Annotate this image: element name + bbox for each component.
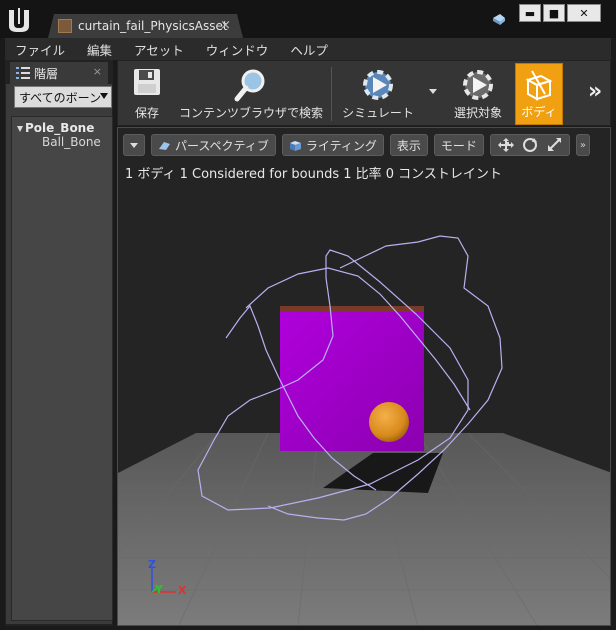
window-controls: ▬ ■ ✕ bbox=[519, 4, 601, 22]
body-mode-label: ボディ bbox=[521, 105, 557, 119]
browse-content-button[interactable]: コンテンツブラウザで検索 bbox=[176, 63, 326, 125]
chevron-down-icon bbox=[100, 93, 108, 99]
rotate-icon[interactable] bbox=[520, 137, 540, 153]
title-bar: curtain_fail_PhysicsAsset × ▬ ■ ✕ bbox=[0, 0, 616, 38]
tree-item-ball-bone[interactable]: Ball_Bone bbox=[42, 135, 101, 149]
mode-button[interactable]: モード bbox=[433, 134, 484, 156]
transform-gizmo-group bbox=[489, 134, 570, 156]
viewport-options-button[interactable] bbox=[123, 134, 145, 156]
close-button[interactable]: ✕ bbox=[567, 4, 601, 22]
hierarchy-panel: 階層 × すべてのボーン Pole_Bone Ball_Bone bbox=[5, 60, 113, 626]
menu-bar: ファイル 編集 アセット ウィンドウ ヘルプ bbox=[5, 38, 611, 60]
viewport-toolbar: パースペクティブ ライティング 表示 モード » bbox=[123, 134, 590, 156]
maximize-button[interactable]: ■ bbox=[543, 4, 565, 22]
feedback-icon[interactable] bbox=[491, 12, 507, 28]
body-mode-button[interactable]: ボディ bbox=[515, 63, 563, 125]
physics-asset-icon bbox=[58, 19, 72, 33]
unreal-logo-icon[interactable] bbox=[4, 4, 34, 34]
bone-tree: Pole_Bone Ball_Bone bbox=[11, 116, 113, 621]
lighting-label: ライティング bbox=[305, 138, 377, 153]
menu-window[interactable]: ウィンドウ bbox=[206, 40, 269, 59]
physics-viewport[interactable]: パースペクティブ ライティング 表示 モード » 1 ボディ 1 Conside… bbox=[117, 127, 611, 626]
axis-x-label: X bbox=[178, 584, 187, 597]
hierarchy-tab[interactable]: 階層 × bbox=[10, 62, 108, 84]
chevron-down-icon bbox=[130, 142, 138, 148]
menu-edit[interactable]: 編集 bbox=[87, 40, 112, 59]
magnifier-icon bbox=[234, 69, 265, 102]
bone-filter-dropdown[interactable]: すべてのボーン bbox=[14, 86, 112, 108]
body-cube-icon bbox=[525, 70, 553, 101]
save-button[interactable]: 保存 bbox=[124, 63, 170, 125]
save-icon bbox=[134, 69, 160, 95]
simulate-button[interactable]: シミュレート bbox=[336, 63, 420, 125]
hierarchy-tab-close-icon[interactable]: × bbox=[93, 65, 102, 78]
viewport-stats: 1 ボディ 1 Considered for bounds 1 比率 0 コンス… bbox=[125, 167, 502, 182]
tree-item-label: Pole_Bone bbox=[25, 121, 95, 135]
hierarchy-tab-label: 階層 bbox=[34, 66, 59, 81]
axis-z-label: Z bbox=[148, 558, 156, 571]
selected-simulate-button[interactable]: 選択対象 bbox=[448, 63, 508, 125]
bone-filter-value: すべてのボーン bbox=[19, 90, 102, 105]
toolbar-overflow-button[interactable]: » bbox=[588, 79, 602, 104]
save-label: 保存 bbox=[134, 106, 159, 120]
lighting-button[interactable]: ライティング bbox=[281, 134, 384, 156]
perspective-icon bbox=[159, 141, 170, 150]
hierarchy-body: すべてのボーン Pole_Bone Ball_Bone bbox=[6, 84, 113, 624]
ball-sphere bbox=[369, 402, 409, 442]
lighting-cube-icon bbox=[289, 140, 301, 151]
axis-y-label: Y bbox=[155, 583, 163, 596]
simulate-gear-icon bbox=[363, 70, 393, 100]
document-tab-title: curtain_fail_PhysicsAsset bbox=[78, 19, 228, 33]
document-tab[interactable]: curtain_fail_PhysicsAsset × bbox=[48, 14, 243, 38]
expand-triangle-icon[interactable] bbox=[17, 125, 23, 132]
tree-item-pole-bone[interactable]: Pole_Bone bbox=[17, 121, 94, 135]
selected-gear-icon bbox=[463, 70, 493, 100]
simulate-options-chevron-icon[interactable] bbox=[429, 89, 437, 94]
simulate-label: シミュレート bbox=[342, 106, 414, 120]
pole-cube-top bbox=[280, 306, 424, 312]
menu-file[interactable]: ファイル bbox=[15, 40, 65, 59]
list-icon bbox=[16, 67, 30, 79]
show-button[interactable]: 表示 bbox=[389, 134, 428, 156]
tab-close-icon[interactable]: × bbox=[220, 18, 231, 33]
menu-asset[interactable]: アセット bbox=[134, 40, 184, 59]
minimize-button[interactable]: ▬ bbox=[519, 4, 541, 22]
toolbar-divider bbox=[331, 67, 332, 121]
main-toolbar: 保存 コンテンツブラウザで検索 シミュレート 選択対象 ボディ » bbox=[117, 60, 611, 126]
translate-icon[interactable] bbox=[496, 137, 516, 153]
browse-content-label: コンテンツブラウザで検索 bbox=[178, 106, 323, 120]
viewport-toolbar-overflow[interactable]: » bbox=[575, 134, 590, 156]
menu-help[interactable]: ヘルプ bbox=[290, 40, 328, 59]
scale-icon[interactable] bbox=[544, 137, 564, 153]
perspective-button[interactable]: パースペクティブ bbox=[151, 134, 276, 156]
perspective-label: パースペクティブ bbox=[175, 138, 269, 153]
viewport-scene bbox=[118, 235, 610, 625]
selected-simulate-label: 選択対象 bbox=[453, 106, 502, 120]
